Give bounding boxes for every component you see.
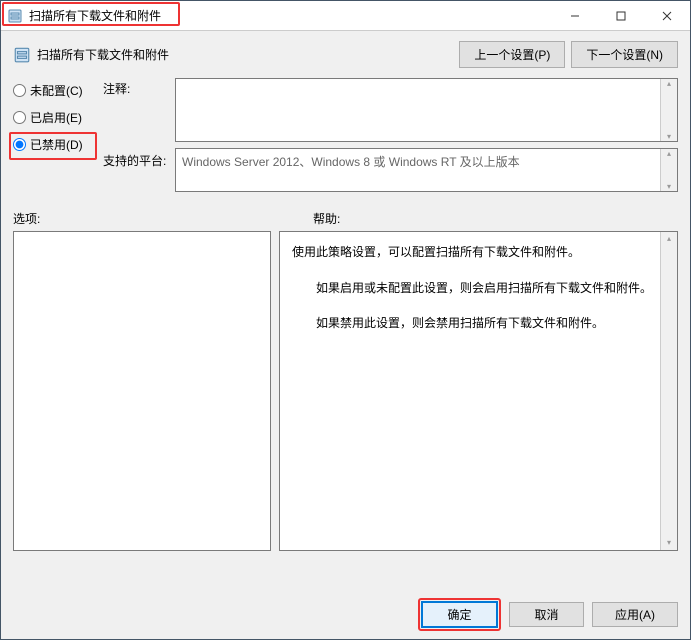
help-paragraph-3: 如果禁用此设置，则会禁用扫描所有下载文件和附件。: [292, 313, 655, 335]
radio-not-configured[interactable]: 未配置(C): [13, 82, 103, 99]
radio-group: 未配置(C) 已启用(E) 已禁用(D): [13, 78, 103, 153]
policy-editor-window: 扫描所有下载文件和附件 扫描所有下载文件和附件 上一个设置(P) 下一个设置(N…: [0, 0, 691, 640]
policy-icon: [7, 8, 23, 24]
radio-disabled-input[interactable]: [13, 138, 26, 151]
platforms-label: 支持的平台:: [103, 148, 175, 188]
highlight-ok-button: 确定: [418, 598, 501, 631]
minimize-button[interactable]: [552, 1, 598, 30]
cancel-button[interactable]: 取消: [509, 602, 584, 627]
split-areas: 使用此策略设置，可以配置扫描所有下载文件和附件。 如果启用或未配置此设置，则会启…: [1, 231, 690, 590]
radio-not-configured-input[interactable]: [13, 84, 26, 97]
field-labels: 注释: 支持的平台:: [103, 78, 175, 188]
platforms-textbox: Windows Server 2012、Windows 8 或 Windows …: [175, 148, 678, 192]
field-values: ▴▾ Windows Server 2012、Windows 8 或 Windo…: [175, 78, 678, 192]
scrollbar[interactable]: ▴▾: [660, 79, 677, 141]
help-label: 帮助:: [313, 210, 678, 227]
scrollbar[interactable]: ▴▾: [660, 232, 677, 550]
content-area: 扫描所有下载文件和附件 上一个设置(P) 下一个设置(N) 未配置(C) 已启用…: [1, 31, 690, 639]
platforms-value: Windows Server 2012、Windows 8 或 Windows …: [182, 155, 520, 169]
next-setting-button[interactable]: 下一个设置(N): [571, 41, 678, 68]
scrollbar[interactable]: ▴▾: [660, 149, 677, 191]
radio-enabled-label: 已启用(E): [30, 109, 82, 126]
radio-enabled-input[interactable]: [13, 111, 26, 124]
maximize-button[interactable]: [598, 1, 644, 30]
apply-button[interactable]: 应用(A): [592, 602, 678, 627]
help-box: 使用此策略设置，可以配置扫描所有下载文件和附件。 如果启用或未配置此设置，则会启…: [279, 231, 678, 551]
close-button[interactable]: [644, 1, 690, 30]
previous-setting-button[interactable]: 上一个设置(P): [459, 41, 565, 68]
help-paragraph-2: 如果启用或未配置此设置，则会启用扫描所有下载文件和附件。: [292, 278, 655, 300]
notes-textbox[interactable]: ▴▾: [175, 78, 678, 142]
radio-disabled-label: 已禁用(D): [30, 136, 83, 153]
window-buttons: [552, 1, 690, 30]
ok-button[interactable]: 确定: [422, 602, 497, 627]
split-labels: 选项: 帮助:: [1, 192, 690, 231]
footer: 确定 取消 应用(A): [1, 590, 690, 639]
policy-icon: [13, 46, 31, 64]
notes-label: 注释:: [103, 78, 175, 148]
options-box: [13, 231, 271, 551]
policy-subtitle: 扫描所有下载文件和附件: [37, 46, 453, 63]
header-row: 扫描所有下载文件和附件 上一个设置(P) 下一个设置(N): [1, 31, 690, 74]
radio-enabled[interactable]: 已启用(E): [13, 109, 103, 126]
titlebar: 扫描所有下载文件和附件: [1, 1, 690, 31]
help-paragraph-1: 使用此策略设置，可以配置扫描所有下载文件和附件。: [292, 242, 655, 264]
window-title: 扫描所有下载文件和附件: [29, 7, 552, 24]
radio-not-configured-label: 未配置(C): [30, 82, 83, 99]
config-row: 未配置(C) 已启用(E) 已禁用(D) 注释: 支持的平台:: [1, 74, 690, 192]
radio-disabled[interactable]: 已禁用(D): [13, 136, 103, 153]
options-label: 选项:: [13, 210, 313, 227]
